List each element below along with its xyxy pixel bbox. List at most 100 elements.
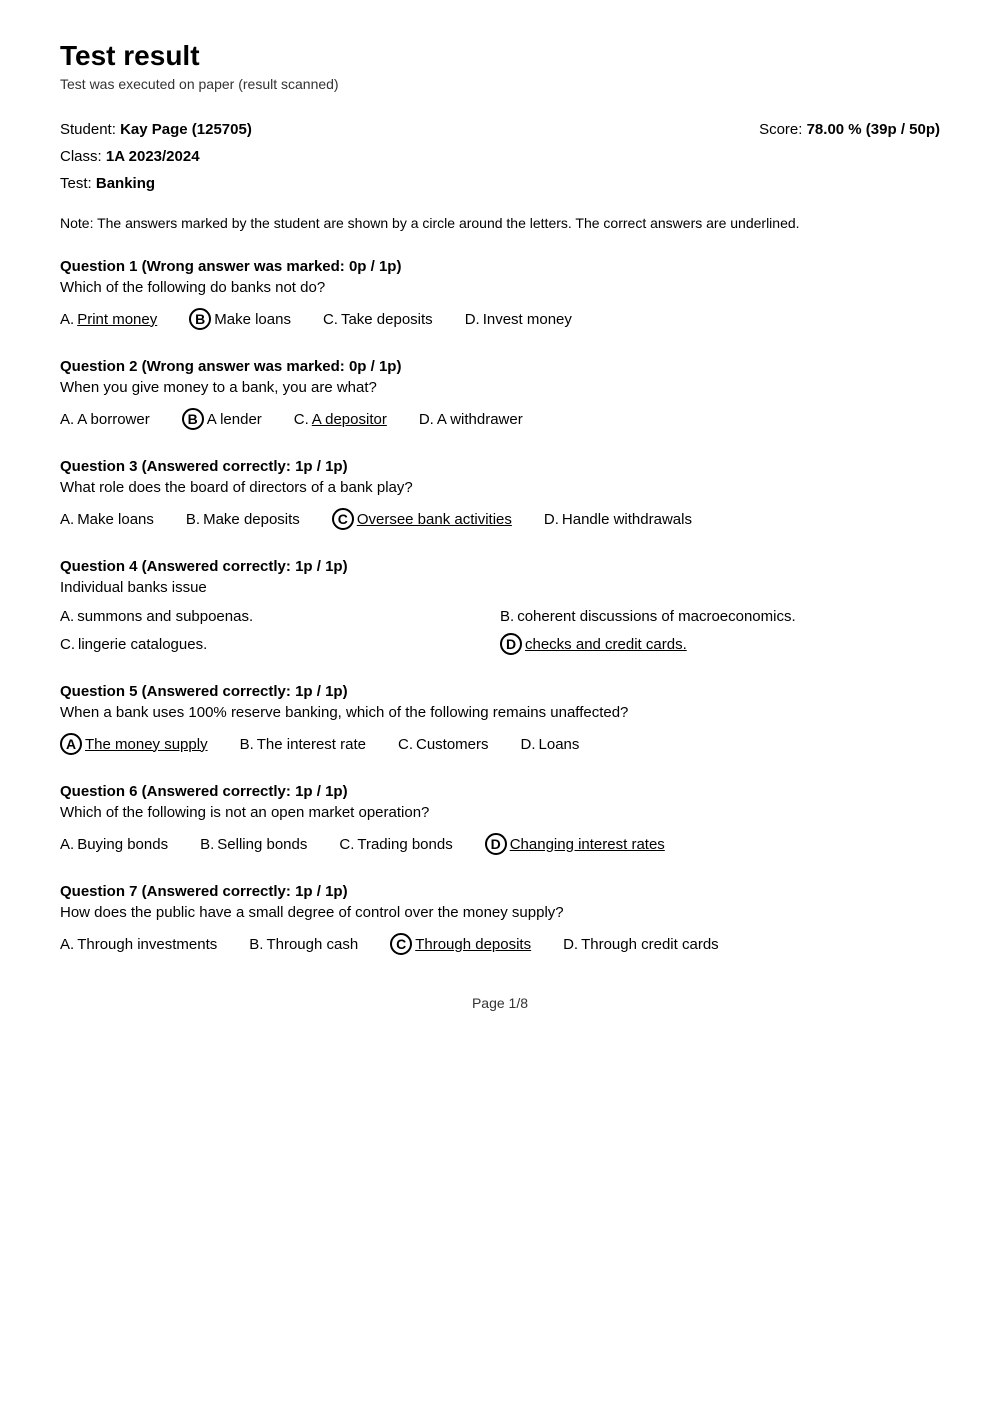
answer-text-q6-1: Selling bonds	[217, 836, 307, 853]
answer-q4-2: C.lingerie catalogues.	[60, 633, 500, 655]
answer-q6-1: B.Selling bonds	[200, 836, 307, 853]
answer-q7-0: A.Through investments	[60, 936, 217, 953]
question-header-q6: Question 6 (Answered correctly: 1p / 1p)	[60, 783, 940, 800]
answer-text-q4-2: lingerie catalogues.	[78, 636, 207, 653]
answer-text-q5-0: The money supply	[85, 736, 208, 753]
answer-text-q3-1: Make deposits	[203, 511, 300, 528]
answer-q6-0: A.Buying bonds	[60, 836, 168, 853]
circled-letter-q6-3: D	[485, 833, 507, 855]
answer-text-q1-3: Invest money	[483, 311, 572, 328]
question-header-q2: Question 2 (Wrong answer was marked: 0p …	[60, 358, 940, 375]
letter-q5-1: B.	[240, 736, 254, 753]
question-text-q2: When you give money to a bank, you are w…	[60, 379, 940, 396]
answer-text-q2-0: A borrower	[77, 411, 150, 428]
score-label: Score:	[759, 121, 802, 138]
answer-q4-1: B.coherent discussions of macroeconomics…	[500, 608, 940, 625]
answers-q1: A.Print money BMake loans C.Take deposits D…	[60, 308, 940, 330]
answers-q2: A.A borrower BA lender C.A depositor D.A wi…	[60, 408, 940, 430]
question-header-q1: Question 1 (Wrong answer was marked: 0p …	[60, 258, 940, 275]
letter-q2-3: D.	[419, 411, 434, 428]
answer-q7-3: D.Through credit cards	[563, 936, 719, 953]
letter-q1-2: C.	[323, 311, 338, 328]
test-value: Banking	[96, 175, 155, 192]
answer-q3-3: D.Handle withdrawals	[544, 511, 692, 528]
letter-q7-3: D.	[563, 936, 578, 953]
student-name: Kay Page (125705)	[120, 121, 252, 138]
answer-q1-0: A.Print money	[60, 311, 157, 328]
answer-text-q7-1: Through cash	[266, 936, 358, 953]
circled-letter-q3-2: C	[332, 508, 354, 530]
question-header-q3: Question 3 (Answered correctly: 1p / 1p)	[60, 458, 940, 475]
score-value: 78.00 % (39p / 50p)	[807, 121, 940, 138]
answer-q2-3: D.A withdrawer	[419, 411, 523, 428]
answer-q6-3: DChanging interest rates	[485, 833, 665, 855]
answers-q3: A.Make loans B.Make deposits COversee bank…	[60, 508, 940, 530]
answer-text-q6-0: Buying bonds	[77, 836, 168, 853]
question-block-q7: Question 7 (Answered correctly: 1p / 1p)…	[60, 883, 940, 955]
answers-q5: AThe money supply B.The interest rate C.Cu…	[60, 733, 940, 755]
student-info-left: Student: Kay Page (125705) Class: 1A 202…	[60, 116, 252, 197]
letter-q6-0: A.	[60, 836, 74, 853]
note-text: Note: The answers marked by the student …	[60, 213, 940, 234]
letter-q4-2: C.	[60, 636, 75, 653]
answer-text-q3-2: Oversee bank activities	[357, 511, 512, 528]
question-header-q4: Question 4 (Answered correctly: 1p / 1p)	[60, 558, 940, 575]
answer-text-q4-3: checks and credit cards.	[525, 636, 687, 653]
letter-q1-0: A.	[60, 311, 74, 328]
answer-text-q4-1: coherent discussions of macroeconomics.	[517, 608, 795, 625]
answer-q5-0: AThe money supply	[60, 733, 208, 755]
letter-q7-0: A.	[60, 936, 74, 953]
letter-q3-3: D.	[544, 511, 559, 528]
letter-q5-2: C.	[398, 736, 413, 753]
answers-q6: A.Buying bonds B.Selling bonds C.Trading b…	[60, 833, 940, 855]
questions-container: Question 1 (Wrong answer was marked: 0p …	[60, 258, 940, 955]
answer-q1-3: D.Invest money	[465, 311, 572, 328]
question-block-q6: Question 6 (Answered correctly: 1p / 1p)…	[60, 783, 940, 855]
circled-letter-q2-1: B	[182, 408, 204, 430]
class-value: 1A 2023/2024	[106, 148, 200, 165]
question-text-q5: When a bank uses 100% reserve banking, w…	[60, 704, 940, 721]
answer-q3-2: COversee bank activities	[332, 508, 512, 530]
question-block-q1: Question 1 (Wrong answer was marked: 0p …	[60, 258, 940, 330]
answer-q5-1: B.The interest rate	[240, 736, 366, 753]
answer-q2-1: BA lender	[182, 408, 262, 430]
student-label: Student:	[60, 121, 116, 138]
letter-q2-0: A.	[60, 411, 74, 428]
answer-q7-1: B.Through cash	[249, 936, 358, 953]
answer-q5-3: D.Loans	[521, 736, 580, 753]
answer-q3-0: A.Make loans	[60, 511, 154, 528]
answer-text-q2-1: A lender	[207, 411, 262, 428]
student-info: Student: Kay Page (125705) Class: 1A 202…	[60, 116, 940, 197]
answer-text-q2-3: A withdrawer	[437, 411, 523, 428]
answer-q2-0: A.A borrower	[60, 411, 150, 428]
page-title: Test result	[60, 40, 940, 72]
circled-letter-q1-1: B	[189, 308, 211, 330]
answer-text-q6-3: Changing interest rates	[510, 836, 665, 853]
question-text-q4: Individual banks issue	[60, 579, 940, 596]
student-name-line: Student: Kay Page (125705)	[60, 116, 252, 143]
answer-text-q1-2: Take deposits	[341, 311, 433, 328]
question-header-q5: Question 5 (Answered correctly: 1p / 1p)	[60, 683, 940, 700]
answer-q4-3: Dchecks and credit cards.	[500, 633, 940, 655]
answer-q7-2: CThrough deposits	[390, 933, 531, 955]
letter-q2-2: C.	[294, 411, 309, 428]
letter-q3-1: B.	[186, 511, 200, 528]
circled-letter-q7-2: C	[390, 933, 412, 955]
answer-q6-2: C.Trading bonds	[339, 836, 452, 853]
page-footer: Page 1/8	[60, 995, 940, 1011]
answers-q4: A.summons and subpoenas.B.coherent discu…	[60, 608, 940, 655]
question-block-q2: Question 2 (Wrong answer was marked: 0p …	[60, 358, 940, 430]
letter-q6-1: B.	[200, 836, 214, 853]
answer-q5-2: C.Customers	[398, 736, 489, 753]
answer-q2-2: C.A depositor	[294, 411, 387, 428]
question-text-q7: How does the public have a small degree …	[60, 904, 940, 921]
answer-text-q5-3: Loans	[539, 736, 580, 753]
answer-q1-1: BMake loans	[189, 308, 291, 330]
class-line: Class: 1A 2023/2024	[60, 143, 252, 170]
answer-q1-2: C.Take deposits	[323, 311, 433, 328]
class-label: Class:	[60, 148, 102, 165]
answer-text-q6-2: Trading bonds	[357, 836, 452, 853]
question-block-q3: Question 3 (Answered correctly: 1p / 1p)…	[60, 458, 940, 530]
letter-q4-0: A.	[60, 608, 74, 625]
answer-text-q3-3: Handle withdrawals	[562, 511, 692, 528]
